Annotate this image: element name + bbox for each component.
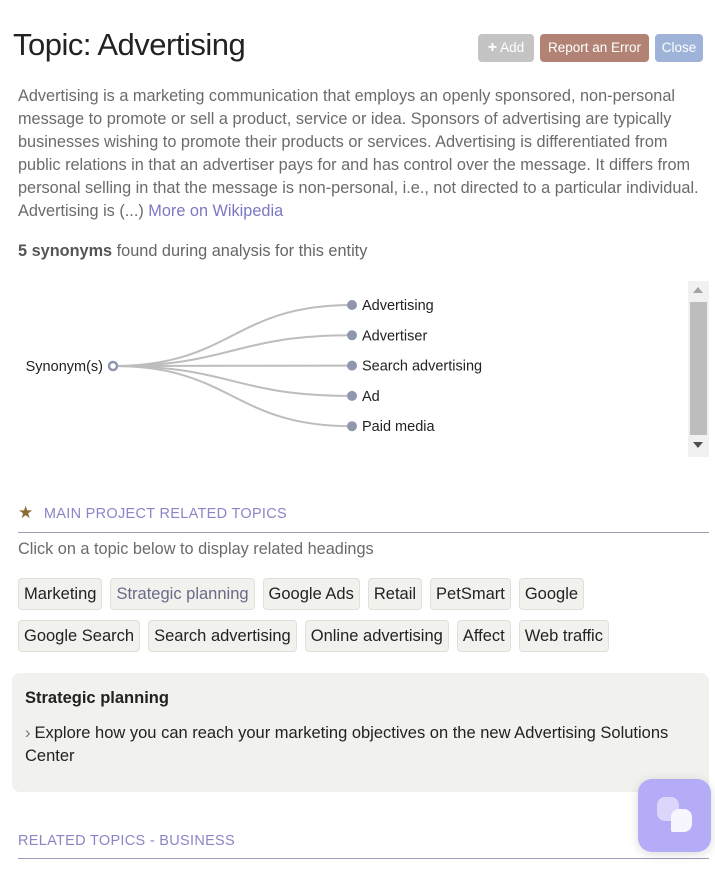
main-topics-heading: ★ MAIN PROJECT RELATED TOPICS [18, 503, 709, 533]
topic-chips: Marketing Strategic planning Google Ads Ret… [18, 578, 698, 662]
topic-chip[interactable]: Marketing [18, 578, 103, 610]
topic-chip[interactable]: Online advertising [304, 620, 449, 652]
panel-heading-text: Explore how you can reach your marketing… [25, 724, 669, 765]
star-icon: ★ [18, 503, 34, 522]
tree-scrollbar[interactable] [688, 281, 709, 457]
scroll-down-arrow-icon[interactable] [693, 442, 703, 448]
tree-root-node[interactable] [107, 360, 119, 372]
synonym-label: Advertiser [362, 328, 427, 344]
wikipedia-link[interactable]: More on Wikipedia [148, 202, 283, 220]
topic-chip[interactable]: Search advertising [148, 620, 297, 652]
synonym-label: Advertising [362, 298, 434, 314]
chat-button[interactable] [638, 779, 711, 852]
synonyms-count: 5 synonyms [18, 242, 113, 260]
topic-chip[interactable]: Web traffic [518, 620, 609, 652]
tree-leaf-node[interactable] [347, 330, 357, 341]
tree-link [112, 365, 353, 428]
add-button-label: Add [500, 40, 525, 55]
page-title: Topic: Advertising [13, 27, 246, 62]
tree-leaf-node[interactable] [347, 300, 357, 310]
tree-root-label: Synonym(s) [26, 359, 103, 375]
topic-chip[interactable]: Google Search [18, 620, 141, 652]
synonyms-summary-text: found during analysis for this entity [116, 242, 368, 260]
synonyms-summary: 5 synonyms found during analysis for thi… [18, 242, 367, 261]
scroll-up-arrow-icon[interactable] [693, 287, 703, 293]
panel-heading-link[interactable]: › Explore how you can reach your marketin… [25, 722, 685, 768]
topics-hint: Click on a topic below to display relate… [18, 540, 374, 558]
synonym-label: Paid media [362, 419, 435, 435]
synonym-label: Search advertising [362, 359, 482, 375]
tree-link [112, 334, 353, 367]
topic-chip[interactable]: Google Ads [262, 578, 360, 610]
chat-bubble-icon-front [671, 809, 692, 832]
description-text: Advertising is a marketing communication… [18, 87, 699, 220]
plus-icon: + [487, 39, 498, 56]
tree-leaf-node[interactable] [347, 421, 357, 432]
topic-chip[interactable]: PetSmart [430, 578, 511, 610]
add-button[interactable]: + Add [478, 34, 534, 62]
topic-chip[interactable]: Google [518, 578, 585, 610]
scroll-thumb[interactable] [690, 302, 707, 435]
synonym-label: Ad [362, 389, 380, 405]
report-error-button[interactable]: Report an Error [540, 34, 649, 62]
topic-chip[interactable]: Retail [367, 578, 423, 610]
business-topics-heading: RELATED TOPICS - BUSINESS [18, 833, 709, 859]
tree-leaf-node[interactable] [347, 360, 357, 371]
panel-title: Strategic planning [25, 689, 169, 707]
main-topics-heading-text: MAIN PROJECT RELATED TOPICS [43, 506, 287, 522]
chevron-right-icon: › [25, 724, 31, 742]
topic-chip[interactable]: Strategic planning [110, 578, 255, 610]
topic-detail-panel: Strategic planning › Explore how you can … [12, 673, 709, 792]
topic-description: Advertising is a marketing communication… [18, 85, 713, 223]
tree-leaf-node[interactable] [347, 390, 357, 401]
close-button[interactable]: Close [655, 34, 703, 62]
topic-chip[interactable]: Affect [456, 620, 511, 652]
business-topics-heading-text: RELATED TOPICS - BUSINESS [18, 833, 235, 849]
tree-link [112, 365, 353, 397]
synonym-tree: Synonym(s) Advertising Advertiser Search ad… [26, 298, 482, 435]
